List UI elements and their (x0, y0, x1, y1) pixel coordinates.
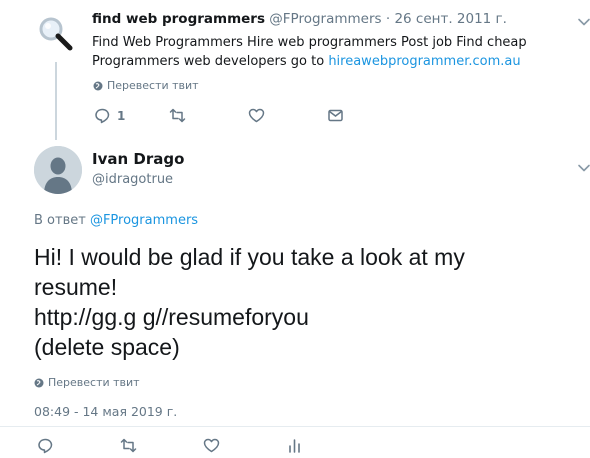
direct-message-button[interactable] (327, 107, 344, 124)
reply-prefix: В ответ (34, 213, 86, 228)
tweet1-separator: · (385, 11, 391, 27)
reply-to-handle[interactable]: @FProgrammers (90, 213, 198, 228)
tweet1-date[interactable]: 26 сент. 2011 г. (394, 11, 507, 27)
tweet2-text: Hi! I would be glad if you take a look a… (34, 242, 574, 362)
tweet1-text: Find Web Programmers Hire web programmer… (92, 33, 532, 71)
retweet-icon (120, 438, 137, 453)
tweet2-author-handle[interactable]: @idragotrue (92, 172, 173, 187)
retweet-button[interactable] (169, 107, 186, 124)
like-button[interactable] (248, 107, 265, 124)
reply-button[interactable] (37, 437, 54, 454)
tweet2-text-line: resume! (34, 274, 118, 300)
tweet2-translate[interactable]: Перевести твит (34, 376, 140, 389)
tweet1-author-name[interactable]: find web programmers (92, 11, 265, 27)
divider (0, 426, 590, 427)
tweet1-author-handle[interactable]: @FProgrammers (269, 11, 381, 27)
globe-icon (34, 378, 44, 387)
analytics-icon (289, 439, 300, 453)
like-icon (203, 438, 220, 453)
thread-connector-line (55, 62, 57, 140)
reply-context: В ответ @FProgrammers (34, 213, 198, 228)
tweet1-header: find web programmers @FProgrammers · 26 … (92, 11, 507, 27)
reply-icon (38, 438, 53, 454)
tweet1-translate-label: Перевести твит (107, 79, 199, 92)
like-button[interactable] (203, 437, 220, 454)
tweet2-text-line: Hi! I would be glad if you take a look a… (34, 244, 465, 270)
tweet2-timestamp[interactable]: 08:49 - 14 мая 2019 г. (34, 404, 177, 419)
retweet-icon (170, 108, 186, 123)
tweet1-actions: 1 (94, 107, 344, 124)
tweet2-text-line: (delete space) (34, 334, 180, 360)
tweet2-translate-label: Перевести твит (48, 376, 140, 389)
tweet1-body-link[interactable]: hireawebprogrammer.com.au (328, 54, 520, 69)
reply-count: 1 (117, 108, 126, 123)
default-avatar[interactable] (34, 146, 82, 194)
chevron-down-icon[interactable] (576, 160, 590, 176)
tweet2-author-name[interactable]: Ivan Drago (92, 150, 184, 168)
reply-button[interactable]: 1 (94, 107, 125, 124)
magnifier-avatar[interactable] (34, 12, 78, 56)
dm-icon (328, 109, 344, 122)
tweet1-translate[interactable]: Перевести твит (93, 79, 199, 92)
chevron-down-icon[interactable] (576, 14, 590, 30)
retweet-button[interactable] (120, 437, 137, 454)
tweet2-actions (37, 437, 303, 454)
tweet2-text-line: http://gg.g g//resumeforyou (34, 304, 309, 330)
globe-icon (93, 81, 103, 90)
like-icon (249, 108, 265, 123)
reply-icon (95, 108, 110, 124)
analytics-button[interactable] (286, 437, 303, 454)
